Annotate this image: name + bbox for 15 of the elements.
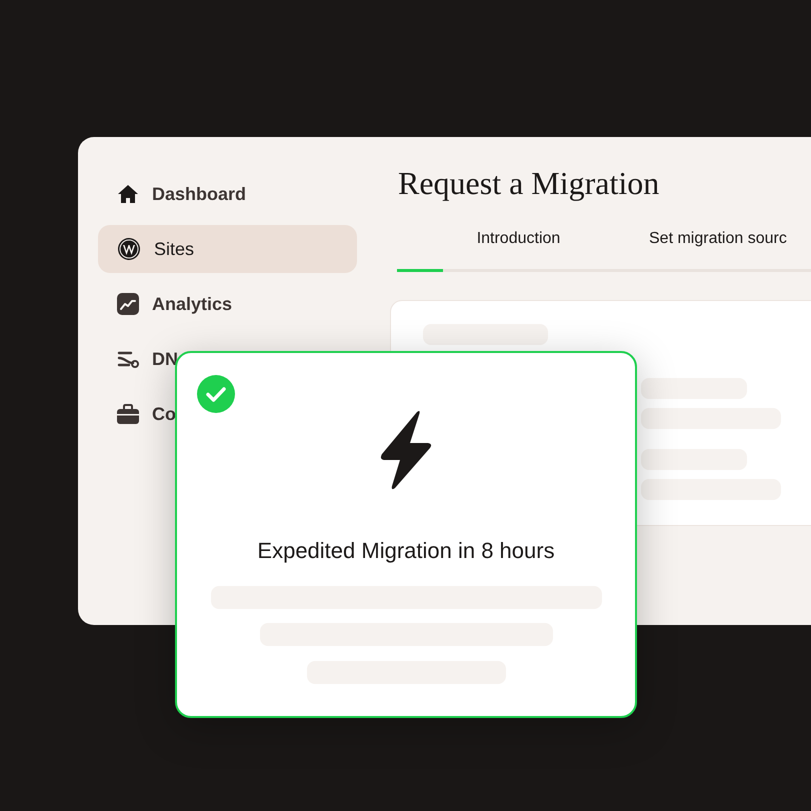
lightning-icon [379, 408, 433, 492]
card-title: Expedited Migration in 8 hours [257, 537, 555, 565]
home-icon [117, 183, 139, 205]
step-label: Introduction [476, 229, 562, 249]
step-label: Set migration sourc [648, 229, 787, 249]
chart-icon [117, 293, 139, 315]
sidebar-item[interactable]: DN [98, 335, 357, 383]
logo-icon [117, 237, 141, 261]
sidebar-item[interactable]: Analytics [98, 280, 357, 328]
connection-icon [117, 349, 139, 369]
page-title: Request a Migration [398, 164, 660, 202]
briefcase-icon [117, 404, 139, 424]
sidebar-item[interactable]: Co [98, 390, 357, 438]
sidebar-item[interactable]: Sites [98, 225, 357, 273]
sidebar-item[interactable]: Dashboard [98, 170, 357, 218]
